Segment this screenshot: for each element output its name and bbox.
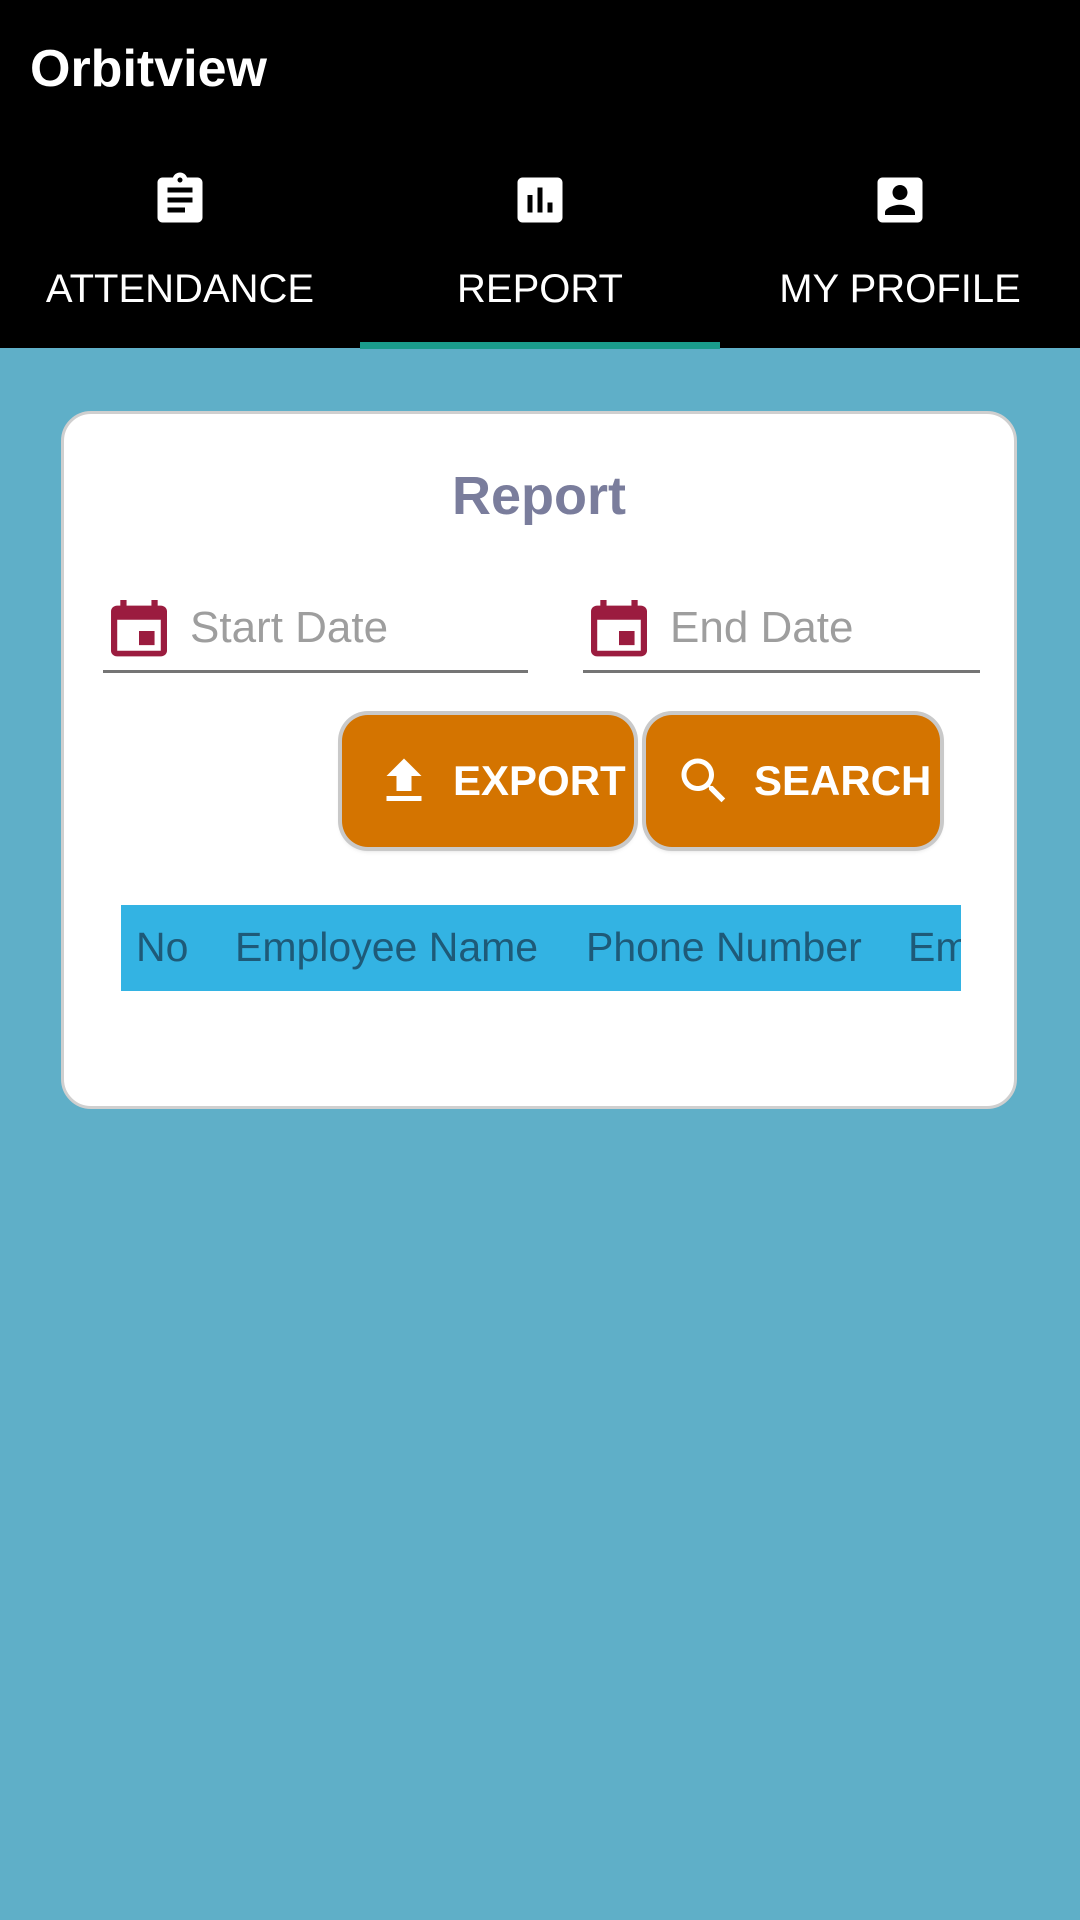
tab-attendance-label: ATTENDANCE [45,267,315,311]
tab-selected-indicator [360,342,720,349]
upload-icon [386,758,422,801]
column-header-email: Email [908,924,961,970]
tab-attendance[interactable]: ATTENDANCE [0,150,360,348]
export-label: EXPORT [453,757,626,804]
tab-my-profile-label: MY PROFILE [779,267,1021,311]
end-date-field[interactable]: End Date [583,586,980,673]
search-icon [681,758,726,803]
calendar-icon [591,600,647,657]
bar-chart-icon [517,177,563,223]
start-date-placeholder: Start Date [190,603,389,652]
report-table-header: No Employee Name Phone Number Email [121,905,961,991]
app-bar: Orbitview ATTENDANCE REPORT MY PROFILE [0,0,1080,349]
tab-my-profile[interactable]: MY PROFILE [720,150,1080,348]
app-title: Orbitview [30,40,267,98]
search-label: SEARCH [754,757,932,804]
column-header-phone-number: Phone Number [586,924,862,970]
report-card: Report Start Date End Date EXPORT SEARCH… [61,411,1017,1109]
column-header-no: No [136,924,189,970]
start-date-field[interactable]: Start Date [103,586,528,673]
calendar-icon [111,600,167,657]
account-box-icon [877,177,923,223]
report-title: Report [452,466,626,526]
clipboard-icon [157,172,203,223]
end-date-placeholder: End Date [670,603,854,652]
tab-report[interactable]: REPORT [360,150,720,348]
export-button[interactable]: EXPORT [342,715,634,847]
search-button[interactable]: SEARCH [646,715,940,847]
column-header-employee-name: Employee Name [235,924,539,970]
tab-bar: ATTENDANCE REPORT MY PROFILE [0,150,1080,348]
tab-report-label: REPORT [457,267,623,311]
